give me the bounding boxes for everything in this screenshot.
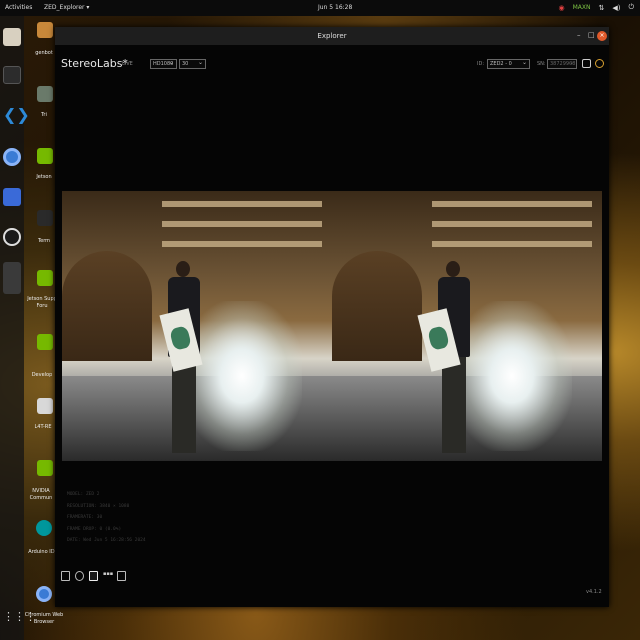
nvidia-icon[interactable] bbox=[37, 460, 53, 476]
home-folder-icon[interactable] bbox=[37, 22, 53, 38]
system-tray[interactable]: ◉ MAXN ⇅ ◀) ⏻ bbox=[558, 3, 634, 12]
live-label: LIVE bbox=[122, 61, 133, 67]
chromium-icon[interactable] bbox=[3, 148, 21, 166]
archway bbox=[332, 251, 422, 361]
info-resolution: RESOLUTION: 3840 × 1080 bbox=[67, 503, 130, 509]
person-head bbox=[176, 261, 190, 277]
files-icon[interactable] bbox=[3, 28, 21, 46]
info-framerate: FRAMERATE: 30 bbox=[67, 515, 103, 520]
serial-field[interactable]: 38729908 bbox=[547, 59, 577, 69]
serial-label: SN: bbox=[537, 61, 546, 67]
folder-icon[interactable] bbox=[61, 571, 70, 581]
nvidia-icon[interactable] bbox=[37, 270, 53, 286]
show-apps-icon[interactable]: ⋮⋮⋮ bbox=[3, 610, 36, 628]
top-bar: Activities ZED_Explorer ▾ Jun 5 16:28 ◉ … bbox=[0, 0, 640, 16]
vscode-icon[interactable]: ❮❯ bbox=[3, 106, 30, 124]
terminal-icon[interactable] bbox=[3, 66, 21, 84]
settings-gear-icon[interactable] bbox=[595, 59, 604, 68]
camera-select[interactable]: ZED2 - 0 bbox=[487, 59, 530, 69]
document-icon[interactable] bbox=[37, 398, 53, 414]
resolution-select[interactable]: HD1080 bbox=[150, 59, 177, 69]
desktop-icon-label: Jetson Supp Foru bbox=[27, 296, 57, 309]
person-legs bbox=[172, 357, 196, 453]
version-label: v4.1.2 bbox=[586, 589, 602, 595]
zed-explorer-icon[interactable] bbox=[3, 262, 21, 294]
chromium-shortcut-icon[interactable] bbox=[36, 586, 52, 602]
person-head bbox=[446, 261, 460, 277]
arduino-icon[interactable] bbox=[36, 520, 52, 536]
balcony bbox=[432, 221, 592, 227]
calculator-icon[interactable] bbox=[3, 188, 21, 206]
record-icon[interactable] bbox=[89, 571, 98, 581]
left-camera-image bbox=[62, 191, 332, 461]
volume-icon[interactable]: ◀) bbox=[612, 4, 620, 12]
archway bbox=[62, 251, 152, 361]
balcony bbox=[162, 221, 322, 227]
right-camera-image bbox=[332, 191, 602, 461]
info-frame-drop: FRAME DROP: 0 (0.0%) bbox=[67, 526, 122, 532]
balcony bbox=[432, 241, 592, 247]
window-title: Explorer bbox=[317, 32, 347, 40]
power-icon[interactable]: ⏻ bbox=[628, 3, 634, 12]
info-date: DATE: Wed Jun 5 16:28:56 2024 bbox=[67, 538, 146, 543]
desktop-icon-label: Chromium Web Browser bbox=[24, 612, 64, 625]
network-icon[interactable]: ⇅ bbox=[598, 4, 604, 12]
power-mode-label[interactable]: MAXN bbox=[573, 4, 591, 11]
settings-icon[interactable]: ▪▪▪ bbox=[103, 571, 113, 581]
nvidia-icon[interactable] bbox=[37, 334, 53, 350]
stereo-video-view[interactable] bbox=[62, 191, 602, 461]
brand-logo: StereoLabs* bbox=[61, 57, 128, 70]
window-titlebar[interactable]: Explorer – □ × bbox=[55, 27, 609, 45]
balcony bbox=[162, 241, 322, 247]
desktop-icon-label: Develop bbox=[31, 372, 53, 378]
nvidia-tray-icon[interactable]: ◉ bbox=[558, 4, 564, 12]
minimize-button[interactable]: – bbox=[577, 31, 581, 39]
poster-plant-image bbox=[427, 325, 450, 351]
camera-id-label: ID: bbox=[477, 61, 485, 67]
close-button[interactable]: × bbox=[597, 31, 607, 41]
fps-select[interactable]: 30 bbox=[179, 59, 206, 69]
desktop-icon-label: NVIDIA Commun bbox=[29, 488, 53, 501]
balcony bbox=[162, 201, 322, 207]
balcony bbox=[432, 201, 592, 207]
maximize-button[interactable]: □ bbox=[588, 31, 595, 39]
info-model: MODEL: ZED 2 bbox=[67, 492, 100, 497]
stream-icon[interactable] bbox=[75, 571, 84, 581]
camera-info-panel: MODEL: ZED 2 RESOLUTION: 3840 × 1080 FRA… bbox=[67, 489, 146, 547]
terminal-shortcut-icon[interactable] bbox=[37, 210, 53, 226]
nvidia-icon[interactable] bbox=[37, 148, 53, 164]
obs-icon[interactable] bbox=[3, 228, 21, 246]
camera-icon[interactable] bbox=[117, 571, 126, 581]
person-legs bbox=[442, 357, 466, 453]
desktop-icon-label: L4T-RE bbox=[34, 424, 52, 430]
app-menu[interactable]: ZED_Explorer ▾ bbox=[44, 4, 89, 11]
record-toggle-icon[interactable] bbox=[582, 59, 591, 68]
desktop-icon-label: Arduino IDE bbox=[28, 549, 58, 555]
dock: ❮❯ ⋮⋮⋮ bbox=[0, 16, 36, 640]
trash-icon[interactable] bbox=[37, 86, 53, 102]
clock[interactable]: Jun 5 16:28 bbox=[318, 4, 352, 11]
activities-button[interactable]: Activities bbox=[5, 4, 32, 11]
poster-plant-image bbox=[169, 325, 192, 351]
explorer-window: Explorer – □ × StereoLabs* LIVE HD1080 3… bbox=[55, 27, 609, 607]
